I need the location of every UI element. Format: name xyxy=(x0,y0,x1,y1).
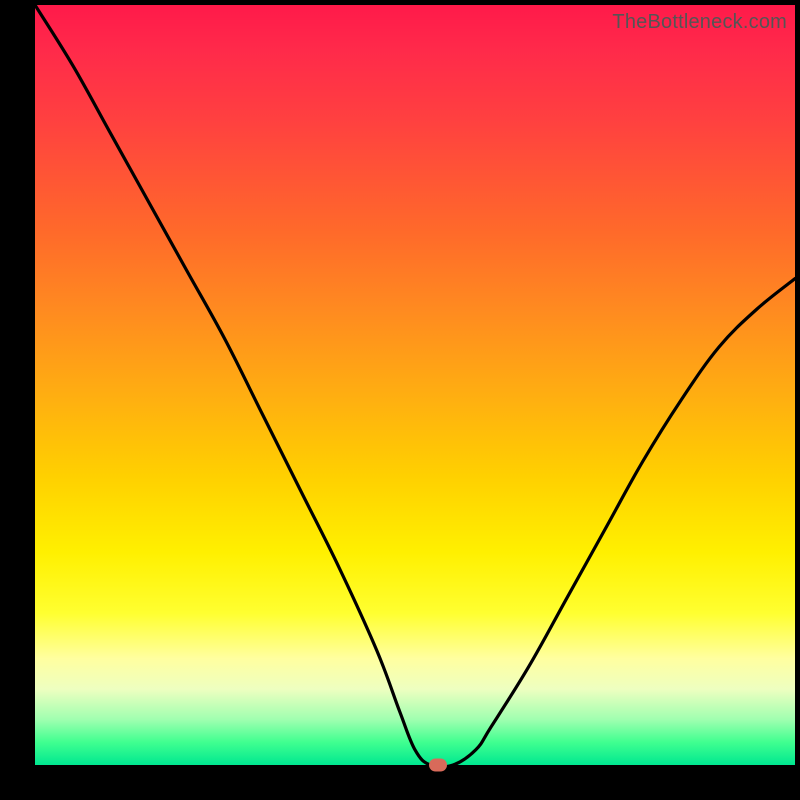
chart-plot-area: TheBottleneck.com xyxy=(35,5,795,765)
optimal-point-marker xyxy=(429,759,447,772)
bottleneck-curve xyxy=(35,5,795,765)
